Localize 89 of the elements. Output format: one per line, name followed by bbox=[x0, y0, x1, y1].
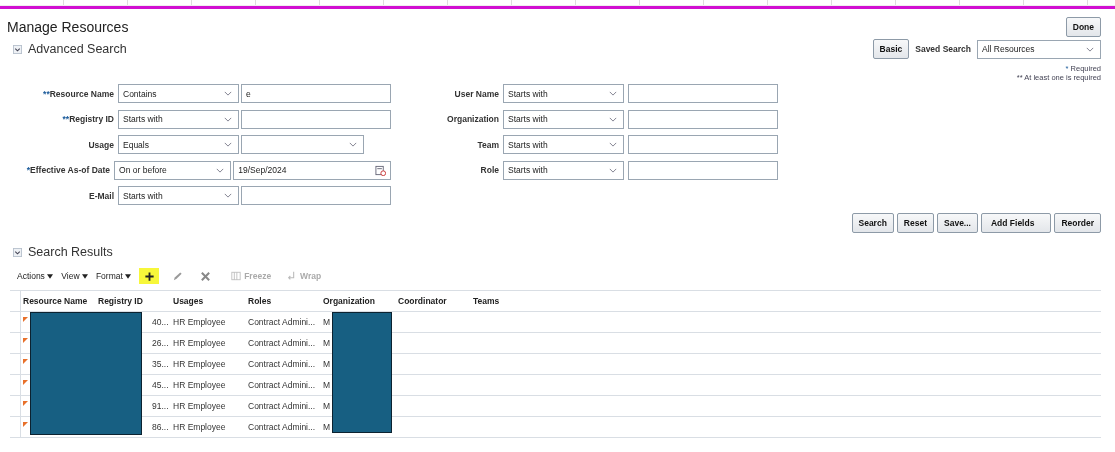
table-cell: Contract Admini... bbox=[246, 311, 321, 333]
table-cell: HR Employee bbox=[171, 353, 246, 375]
caret-icon bbox=[125, 274, 132, 280]
menu-button[interactable]: Actions bbox=[17, 271, 54, 281]
column-header[interactable]: Usages bbox=[171, 290, 246, 312]
field-label: User Name bbox=[453, 88, 500, 99]
search-action-button[interactable]: Save... bbox=[937, 213, 978, 233]
operator-dropdown[interactable]: On or before bbox=[114, 160, 232, 180]
field-label: **Resource Name bbox=[42, 88, 115, 99]
chevron-icon bbox=[224, 116, 232, 122]
column-header[interactable]: Roles bbox=[246, 290, 321, 312]
table-cell: HR Employee bbox=[171, 332, 246, 354]
column-header[interactable]: Registry ID bbox=[96, 290, 171, 312]
chevron-icon bbox=[224, 91, 232, 96]
input-field[interactable] bbox=[241, 109, 391, 129]
delete-icon bbox=[199, 270, 211, 282]
field-label: Usage bbox=[87, 139, 115, 150]
chevron-icon bbox=[1086, 46, 1094, 52]
table-cell: HR Employee bbox=[171, 416, 246, 438]
operator-dropdown[interactable]: Starts with bbox=[503, 109, 624, 129]
caret-icon bbox=[81, 274, 88, 280]
table-cell: Contract Admini... bbox=[246, 395, 321, 417]
operator-dropdown[interactable]: Starts with bbox=[503, 135, 624, 154]
search-action-button[interactable]: Add Fields bbox=[980, 213, 1052, 233]
pencil-icon bbox=[171, 270, 183, 282]
chevron-icon bbox=[609, 142, 617, 147]
chevron-icon bbox=[609, 167, 617, 173]
menu-button[interactable]: Format bbox=[95, 271, 132, 281]
chevron-icon bbox=[224, 193, 232, 198]
date-field[interactable]: 19/Sep/2024 bbox=[233, 160, 391, 180]
field-label: E-Mail bbox=[87, 190, 115, 201]
chevron-icon bbox=[609, 91, 617, 96]
table-cell: Contract Admini... bbox=[246, 374, 321, 396]
table-cell: Contract Admini... bbox=[246, 332, 321, 354]
search-action-button[interactable]: Search bbox=[851, 213, 894, 233]
operator-dropdown[interactable]: Starts with bbox=[503, 160, 624, 180]
column-header[interactable]: Resource Name bbox=[20, 290, 96, 312]
caret-icon bbox=[47, 274, 54, 280]
search-action-button[interactable]: Reorder bbox=[1054, 213, 1101, 233]
section-title: Search Results bbox=[28, 245, 113, 259]
collapse-icon[interactable] bbox=[13, 44, 22, 54]
field-label: Team bbox=[476, 139, 500, 150]
table-cell: Contract Admini... bbox=[246, 416, 321, 438]
input-field[interactable] bbox=[628, 84, 778, 103]
flag-icon bbox=[23, 317, 28, 322]
calendar-icon[interactable] bbox=[375, 164, 386, 176]
saved-search-dropdown[interactable]: All Resources bbox=[977, 39, 1101, 59]
section-title: Advanced Search bbox=[28, 42, 127, 56]
input-field[interactable] bbox=[628, 109, 778, 129]
search-action-button[interactable]: Reset bbox=[896, 213, 934, 233]
column-header[interactable]: Coordinator bbox=[396, 290, 471, 312]
field-label: Role bbox=[479, 165, 500, 175]
columns-icon bbox=[231, 271, 242, 281]
flag-icon bbox=[23, 338, 28, 343]
chevron-icon bbox=[349, 142, 357, 147]
field-label: Organization bbox=[446, 114, 500, 124]
table-cell: HR Employee bbox=[171, 395, 246, 417]
field-label: **Registry ID bbox=[61, 114, 115, 124]
operator-dropdown[interactable]: Starts with bbox=[503, 84, 624, 103]
table-cell: HR Employee bbox=[171, 374, 246, 396]
column-header[interactable]: Organization bbox=[321, 290, 396, 312]
table-cell: Contract Admini... bbox=[246, 353, 321, 375]
flag-icon bbox=[23, 401, 28, 406]
chevron-icon bbox=[224, 142, 232, 147]
value-dropdown[interactable] bbox=[241, 135, 364, 154]
column-header[interactable]: Teams bbox=[471, 290, 546, 312]
page-title: Manage Resources bbox=[7, 19, 129, 35]
input-field[interactable] bbox=[628, 135, 778, 154]
chevron-icon bbox=[216, 167, 225, 173]
done-button[interactable]: Done bbox=[1065, 17, 1101, 37]
input-field[interactable]: e bbox=[241, 84, 391, 103]
toolbar-button[interactable] bbox=[139, 268, 160, 284]
operator-dropdown[interactable]: Equals bbox=[118, 135, 239, 154]
table-cell: HR Employee bbox=[171, 311, 246, 333]
field-label: *Effective As-of Date bbox=[25, 165, 112, 175]
basic-button[interactable]: Basic bbox=[872, 39, 910, 59]
flag-icon bbox=[23, 359, 28, 364]
flag-icon bbox=[23, 422, 28, 427]
field-label: Saved Search bbox=[915, 44, 971, 54]
operator-dropdown[interactable]: Starts with bbox=[118, 109, 239, 129]
menu-button[interactable]: View bbox=[61, 271, 88, 281]
collapse-icon[interactable] bbox=[13, 247, 22, 257]
chevron-icon bbox=[609, 116, 617, 122]
operator-dropdown[interactable]: Contains bbox=[118, 84, 239, 103]
flag-icon bbox=[23, 380, 28, 385]
operator-dropdown[interactable]: Starts with bbox=[118, 186, 239, 205]
plus-icon bbox=[143, 270, 155, 282]
input-field[interactable] bbox=[241, 186, 391, 205]
input-field[interactable] bbox=[628, 160, 778, 180]
